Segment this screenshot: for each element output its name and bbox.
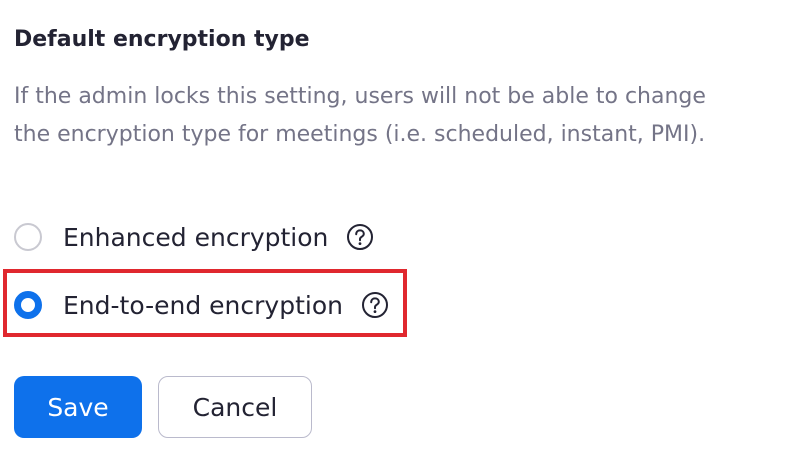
description-line: If the admin locks this setting, users w… (14, 84, 706, 109)
question-circle-icon[interactable] (346, 223, 374, 251)
option-label: Enhanced encryption (63, 222, 329, 252)
section-description: If the admin locks this setting, users w… (14, 78, 804, 154)
description-line: the encryption type for meetings (i.e. s… (14, 122, 706, 147)
radio-button-unchecked[interactable] (14, 223, 42, 251)
section-title: Default encryption type (14, 27, 310, 52)
cancel-button[interactable]: Cancel (158, 376, 312, 438)
radio-option-enhanced-encryption[interactable]: Enhanced encryption (14, 217, 374, 257)
highlight-annotation-box (3, 269, 407, 337)
save-button[interactable]: Save (14, 376, 142, 438)
encryption-settings-panel: Default encryption type If the admin loc… (0, 0, 808, 460)
